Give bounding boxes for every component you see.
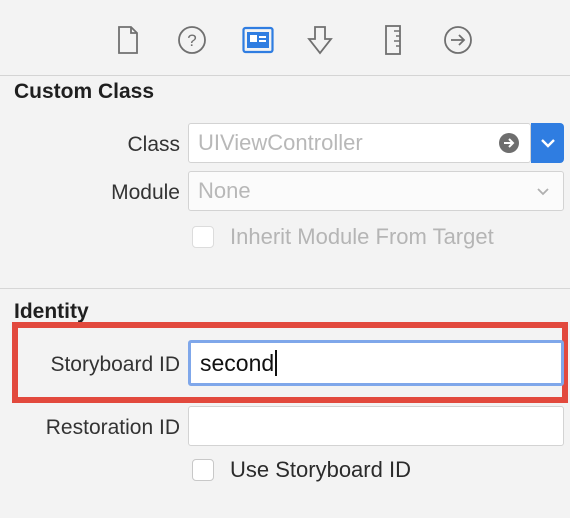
module-label: Module [111, 181, 180, 204]
restoration-id-label: Restoration ID [45, 416, 180, 439]
class-label: Class [127, 133, 180, 156]
storyboard-id-input[interactable]: second [188, 340, 564, 386]
go-to-class-icon[interactable] [498, 132, 520, 159]
identity-title: Identity [14, 300, 89, 323]
module-placeholder: None [198, 178, 251, 203]
class-placeholder: UIViewController [198, 130, 363, 155]
inherit-module-checkbox[interactable] [192, 226, 214, 248]
storyboard-id-label: Storyboard ID [50, 353, 180, 376]
section-separator [0, 288, 570, 289]
size-icon[interactable] [375, 22, 411, 58]
inherit-module-label: Inherit Module From Target [230, 224, 494, 249]
use-storyboard-id-checkbox[interactable] [192, 459, 214, 481]
text-caret [275, 350, 277, 376]
class-dropdown-button[interactable] [531, 123, 564, 163]
module-field[interactable]: None [188, 171, 564, 211]
file-icon[interactable] [110, 22, 146, 58]
module-chevron-icon [536, 184, 550, 202]
custom-class-title: Custom Class [14, 80, 155, 103]
use-storyboard-id-label: Use Storyboard ID [230, 457, 411, 482]
connections-icon[interactable] [440, 22, 476, 58]
inspector-toolbar: ? [0, 0, 570, 76]
chevron-down-icon [540, 139, 555, 148]
storyboard-id-value: second [200, 349, 275, 376]
identity-icon[interactable] [240, 22, 276, 58]
restoration-id-input[interactable] [188, 406, 564, 446]
svg-text:?: ? [187, 31, 196, 50]
class-field[interactable]: UIViewController [188, 123, 531, 163]
attributes-icon[interactable] [302, 22, 338, 58]
help-icon[interactable]: ? [174, 22, 210, 58]
